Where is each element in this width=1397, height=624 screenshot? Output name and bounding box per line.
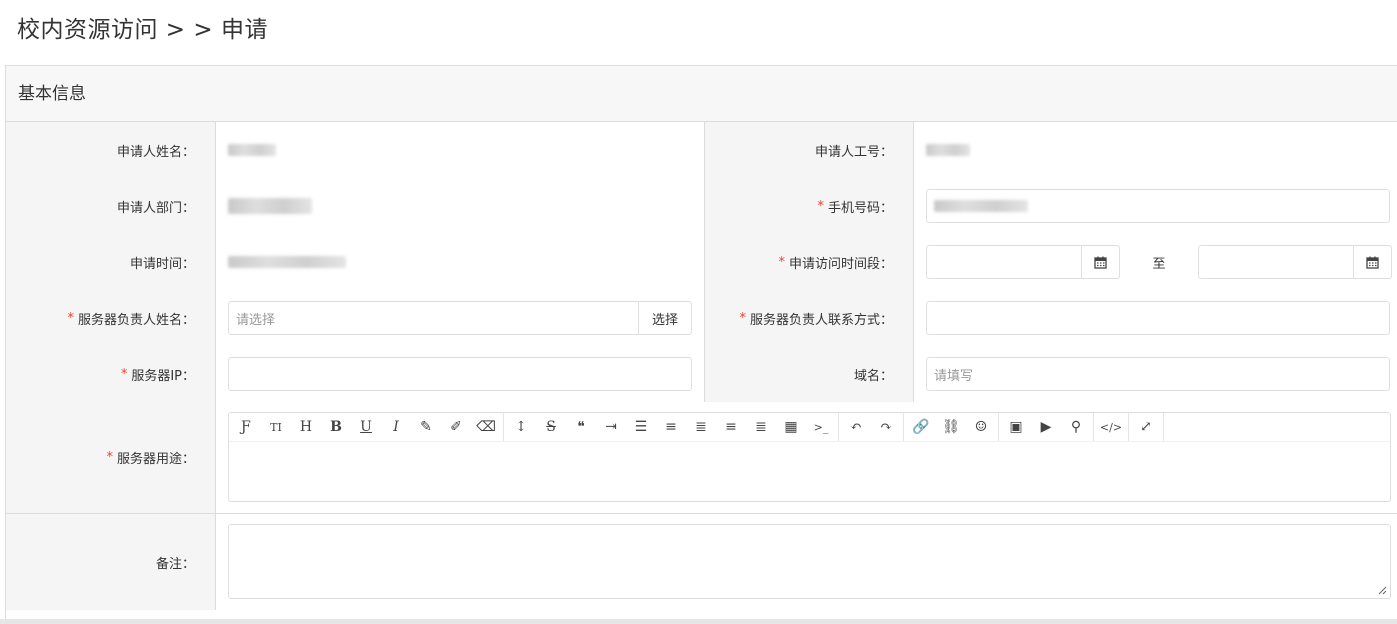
calendar-icon[interactable] (1082, 245, 1120, 279)
server-owner-contact-cell (914, 290, 1397, 346)
server-owner-contact-label: * 服务器负责人联系方式： (705, 290, 914, 346)
applicant-name-label: 申请人姓名： (6, 122, 216, 178)
redacted-text (228, 144, 276, 156)
horizontal-scrollbar[interactable] (0, 619, 1397, 624)
server-owner-name-input[interactable]: 请选择 (228, 301, 639, 335)
access-period-cell: 至 (914, 234, 1397, 290)
toolbar-group: ▣ ▶ ⚲ (999, 413, 1094, 441)
server-ip-input[interactable] (228, 357, 692, 391)
text-size-icon[interactable]: TI (261, 413, 291, 441)
image-icon[interactable]: ▣ (1001, 413, 1031, 441)
toolbar-group: 🔗 ⛓ ☺ (904, 413, 999, 441)
indent-icon[interactable]: ⇥ (596, 413, 626, 441)
server-owner-name-label: * 服务器负责人姓名： (6, 290, 216, 346)
resize-handle-icon[interactable] (1377, 585, 1387, 595)
form-row: * 服务器用途： Ƒ TI H B U I ✎ ✐ ⌫ ↕ S ❝ ⇥ ☰ ≡ ≣ ≡ ≣ ▦ >_ ↶ ↷ 🔗 ⛓ ☺ ▣ ▶ ⚲ <… (6, 402, 1397, 514)
applicant-dept-label: 申请人部门： (6, 178, 216, 234)
form-row: 申请时间： * 申请访问时间段： 至 (6, 234, 1397, 290)
server-usage-cell: Ƒ TI H B U I ✎ ✐ ⌫ ↕ S ❝ ⇥ ☰ ≡ ≣ ≡ ≣ ▦ >_ ↶ ↷ 🔗 ⛓ ☺ ▣ ▶ ⚲ </> ⤢ (216, 402, 1397, 513)
form-row: 申请人部门： * 手机号码： (6, 178, 1397, 234)
access-period-label: * 申请访问时间段： (705, 234, 914, 290)
toolbar-group: ↶ ↷ (839, 413, 904, 441)
unlink-icon[interactable]: ⛓ (936, 413, 966, 441)
applicant-dept-value (216, 178, 705, 234)
fullscreen-icon[interactable]: ⤢ (1131, 413, 1161, 441)
undo-icon[interactable]: ↶ (841, 413, 871, 441)
applicant-id-value (914, 122, 1397, 178)
start-date-picker (926, 245, 1120, 279)
strikethrough-icon[interactable]: S (536, 413, 566, 441)
align-center-icon[interactable]: ≡ (716, 413, 746, 441)
font-icon[interactable]: Ƒ (231, 413, 261, 441)
quote-icon[interactable]: ❝ (566, 413, 596, 441)
italic-icon[interactable]: I (381, 413, 411, 441)
domain-cell: 请填写 (914, 346, 1397, 402)
phone-label: * 手机号码： (705, 178, 914, 234)
toolbar-group: Ƒ TI H B U I ✎ ✐ ⌫ (229, 413, 504, 441)
rich-text-editor[interactable]: Ƒ TI H B U I ✎ ✐ ⌫ ↕ S ❝ ⇥ ☰ ≡ ≣ ≡ ≣ ▦ >_ ↶ ↷ 🔗 ⛓ ☺ ▣ ▶ ⚲ </> ⤢ (228, 412, 1391, 502)
ordered-list-icon[interactable]: ≡ (656, 413, 686, 441)
bold-icon[interactable]: B (321, 413, 351, 441)
redacted-text (228, 198, 312, 214)
toolbar-group: ↕ S ❝ ⇥ ☰ ≡ ≣ ≡ ≣ ▦ >_ (504, 413, 839, 441)
video-icon[interactable]: ▶ (1031, 413, 1061, 441)
align-right-icon[interactable]: ≣ (746, 413, 776, 441)
apply-time-label: 申请时间： (6, 234, 216, 290)
form-row: 备注： (6, 514, 1397, 610)
calendar-icon[interactable] (1354, 245, 1392, 279)
eraser-icon[interactable]: ⌫ (471, 413, 501, 441)
toolbar-group: ⤢ (1129, 413, 1164, 441)
form-row: * 服务器负责人姓名： 请选择 选择 * 服务器负责人联系方式： (6, 290, 1397, 346)
source-code-icon[interactable]: </> (1096, 413, 1126, 441)
brush-icon[interactable]: ✐ (441, 413, 471, 441)
remarks-textarea[interactable] (228, 524, 1391, 599)
link-icon[interactable]: 🔗 (906, 413, 936, 441)
start-date-input[interactable] (926, 245, 1082, 279)
toolbar-group: </> (1094, 413, 1129, 441)
phone-input[interactable] (926, 189, 1390, 223)
align-left-icon[interactable]: ≣ (686, 413, 716, 441)
redacted-text (926, 144, 970, 156)
applicant-name-value (216, 122, 705, 178)
unordered-list-icon[interactable]: ☰ (626, 413, 656, 441)
line-height-icon[interactable]: ↕ (506, 413, 536, 441)
redo-icon[interactable]: ↷ (871, 413, 901, 441)
editor-toolbar: Ƒ TI H B U I ✎ ✐ ⌫ ↕ S ❝ ⇥ ☰ ≡ ≣ ≡ ≣ ▦ >_ ↶ ↷ 🔗 ⛓ ☺ ▣ ▶ ⚲ </> ⤢ (229, 413, 1390, 442)
redacted-text (934, 200, 1028, 212)
server-ip-label: * 服务器IP： (6, 346, 216, 402)
server-owner-name-cell: 请选择 选择 (216, 290, 705, 346)
remarks-cell (216, 514, 1397, 610)
form-row: 申请人姓名： 申请人工号： (6, 122, 1397, 178)
redacted-text (228, 256, 346, 268)
table-icon[interactable]: ▦ (776, 413, 806, 441)
remarks-label: 备注： (6, 514, 216, 610)
apply-time-value (216, 234, 705, 290)
server-ip-cell (216, 346, 705, 402)
domain-input[interactable]: 请填写 (926, 357, 1390, 391)
page-title: 校内资源访问 > > 申请 (17, 17, 268, 43)
emoji-icon[interactable]: ☺ (966, 413, 996, 441)
end-date-input[interactable] (1198, 245, 1354, 279)
select-owner-button[interactable]: 选择 (639, 301, 692, 335)
date-range-separator: 至 (1152, 256, 1166, 272)
heading-icon[interactable]: H (291, 413, 321, 441)
underline-icon[interactable]: U (351, 413, 381, 441)
form-grid: 申请人姓名： 申请人工号： 申请人部门： * 手机号码： 申请时间： * 申请访… (6, 122, 1397, 610)
location-icon[interactable]: ⚲ (1061, 413, 1091, 441)
server-owner-picker: 请选择 选择 (228, 301, 692, 335)
domain-label: 域名： (705, 346, 914, 402)
server-owner-contact-input[interactable] (926, 301, 1390, 335)
end-date-picker (1198, 245, 1392, 279)
form-panel: 基本信息 申请人姓名： 申请人工号： 申请人部门： * 手机号码： 申请时间： … (5, 65, 1397, 620)
server-usage-label: * 服务器用途： (6, 402, 216, 513)
phone-cell (914, 178, 1397, 234)
pencil-icon[interactable]: ✎ (411, 413, 441, 441)
section-title: 基本信息 (6, 66, 1397, 122)
applicant-id-label: 申请人工号： (705, 122, 914, 178)
code-icon[interactable]: >_ (806, 413, 836, 441)
form-row: * 服务器IP： 域名： 请填写 (6, 346, 1397, 402)
editor-content-area[interactable] (229, 442, 1390, 502)
